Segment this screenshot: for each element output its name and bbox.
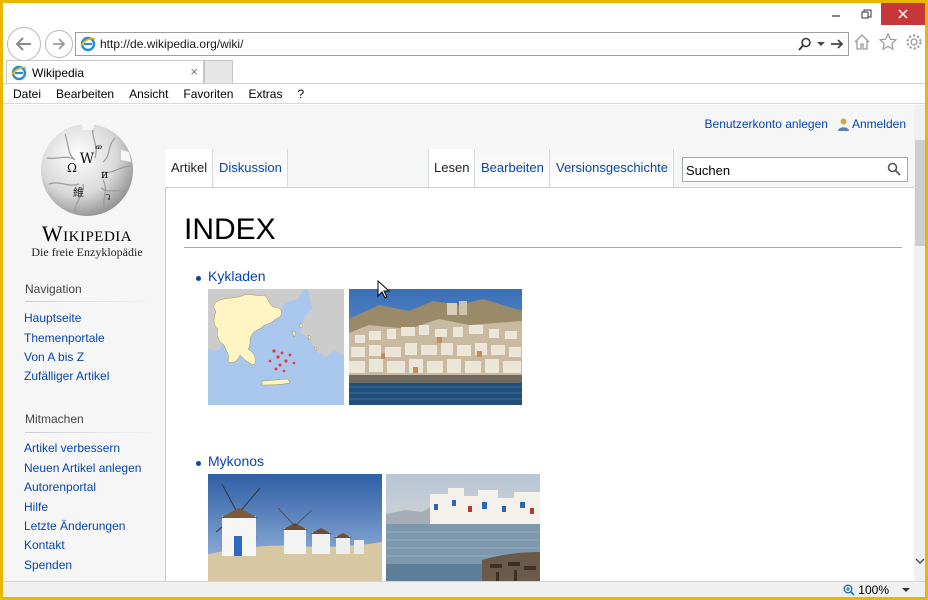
- article-content: INDEX Kykladen Mykonos: [165, 187, 914, 581]
- tab-diskussion[interactable]: Diskussion: [214, 149, 288, 187]
- sidebar-item-hilfe[interactable]: Hilfe: [24, 500, 48, 514]
- refresh-icon[interactable]: [830, 38, 844, 50]
- restore-button[interactable]: [851, 3, 881, 25]
- page-scrollbar[interactable]: [914, 105, 925, 581]
- new-tab-button[interactable]: [204, 60, 233, 84]
- home-icon[interactable]: [853, 33, 871, 51]
- link-kykladen[interactable]: Kykladen: [208, 268, 266, 284]
- toolbar-icons: [853, 33, 923, 51]
- wordmark-text: Wikipedia: [41, 221, 133, 246]
- scroll-down-arrow-icon[interactable]: [915, 557, 925, 565]
- svg-text:W: W: [80, 151, 95, 167]
- wiki-search-input[interactable]: Suchen: [682, 157, 908, 182]
- favorites-star-icon[interactable]: [879, 33, 897, 51]
- tab-close-button[interactable]: ×: [190, 64, 198, 79]
- svg-text:и: и: [101, 168, 108, 181]
- wikipedia-globe-logo[interactable]: W Ω и 維 ወ ว: [35, 120, 139, 218]
- menu-extras[interactable]: Extras: [248, 84, 282, 103]
- menu-favoriten[interactable]: Favoriten: [183, 84, 233, 103]
- sidebar-item-kontakt[interactable]: Kontakt: [24, 538, 65, 552]
- chevron-down-icon[interactable]: [902, 586, 911, 594]
- tab-versionsgeschichte[interactable]: Versionsgeschichte: [551, 149, 675, 187]
- tab-lesen[interactable]: Lesen: [428, 149, 476, 187]
- page-title: INDEX: [184, 213, 276, 246]
- wordmark: Wikipedia: [23, 221, 151, 247]
- kykladen-town-photo[interactable]: [349, 289, 522, 405]
- mykonos-windmills-photo[interactable]: [208, 474, 382, 581]
- url-text: http://de.wikipedia.org/wiki/: [100, 37, 244, 51]
- sidebar-item-autorenportal[interactable]: Autorenportal: [24, 480, 96, 494]
- browser-window: http://de.wikipedia.org/wiki/ Wikipedia …: [3, 3, 925, 597]
- divider: [25, 301, 157, 302]
- mouse-cursor-icon: [377, 280, 391, 299]
- bullet: [196, 461, 201, 466]
- sidebar-item-hauptseite[interactable]: Hauptseite: [24, 311, 81, 325]
- svg-text:Ω: Ω: [67, 161, 77, 175]
- participate-heading: Mitmachen: [25, 412, 84, 426]
- close-icon: [898, 9, 908, 19]
- login-link-wrap[interactable]: Anmelden: [837, 117, 906, 131]
- tab-bearbeiten[interactable]: Bearbeiten: [476, 149, 550, 187]
- sidebar-item-a-bis-z[interactable]: Von A bis Z: [24, 350, 84, 364]
- create-account-link[interactable]: Benutzerkonto anlegen: [705, 117, 828, 131]
- sidebar-item-zufaelliger-artikel[interactable]: Zufälliger Artikel: [24, 369, 109, 383]
- menu-help[interactable]: ?: [297, 84, 304, 103]
- web-page: W Ω и 維 ወ ว Wikipedia Die freie Enzyklop…: [3, 105, 914, 581]
- ie-icon: [80, 36, 96, 52]
- menu-ansicht[interactable]: Ansicht: [129, 84, 168, 103]
- user-icon: [837, 118, 849, 131]
- divider: [25, 432, 157, 433]
- personal-tools: Benutzerkonto anlegen Anmelden: [705, 117, 906, 131]
- ie-icon: [11, 65, 27, 81]
- back-arrow-icon: [15, 37, 31, 51]
- status-bar: 100%: [3, 581, 925, 597]
- sidebar-item-artikel-verbessern[interactable]: Artikel verbessern: [24, 441, 120, 455]
- sidebar-item-neuen-artikel[interactable]: Neuen Artikel anlegen: [24, 461, 141, 475]
- menu-bar: Datei Bearbeiten Ansicht Favoriten Extra…: [3, 83, 925, 104]
- svg-text:ว: ว: [105, 192, 111, 203]
- gear-icon[interactable]: [905, 33, 923, 51]
- login-link[interactable]: Anmelden: [852, 117, 906, 131]
- window-controls: [821, 3, 925, 25]
- search-placeholder: Suchen: [686, 163, 731, 178]
- svg-text:ወ: ወ: [95, 142, 102, 153]
- zoom-level: 100%: [858, 583, 889, 597]
- browser-tab[interactable]: Wikipedia ×: [6, 60, 204, 84]
- menu-datei[interactable]: Datei: [13, 84, 41, 103]
- zoom-control[interactable]: 100%: [843, 583, 889, 597]
- tab-title: Wikipedia: [32, 66, 85, 80]
- chevron-down-icon[interactable]: [817, 40, 825, 48]
- sidebar-item-themenportale[interactable]: Themenportale: [24, 331, 105, 345]
- address-bar[interactable]: http://de.wikipedia.org/wiki/: [75, 32, 849, 56]
- forward-button[interactable]: [45, 30, 73, 58]
- kykladen-map-image[interactable]: [208, 289, 344, 405]
- navigation-heading: Navigation: [25, 282, 82, 296]
- search-icon[interactable]: [887, 162, 901, 176]
- sidebar-item-letzte-aenderungen[interactable]: Letzte Änderungen: [24, 519, 125, 533]
- scrollbar-thumb[interactable]: [915, 140, 925, 246]
- sidebar-item-spenden[interactable]: Spenden: [24, 558, 72, 572]
- tab-artikel[interactable]: Artikel: [166, 149, 214, 187]
- minimize-button[interactable]: [821, 3, 851, 25]
- mykonos-little-venice-photo[interactable]: [386, 474, 540, 581]
- menu-bearbeiten[interactable]: Bearbeiten: [56, 84, 114, 103]
- close-window-button[interactable]: [881, 3, 925, 25]
- forward-arrow-icon: [53, 38, 66, 50]
- bullet: [196, 276, 201, 281]
- link-mykonos[interactable]: Mykonos: [208, 453, 264, 469]
- back-button[interactable]: [7, 27, 41, 61]
- tagline: Die freie Enzyklopädie: [31, 245, 143, 259]
- search-icon[interactable]: [798, 37, 812, 51]
- zoom-icon: [843, 584, 855, 596]
- divider: [184, 247, 902, 248]
- svg-text:維: 維: [73, 186, 84, 199]
